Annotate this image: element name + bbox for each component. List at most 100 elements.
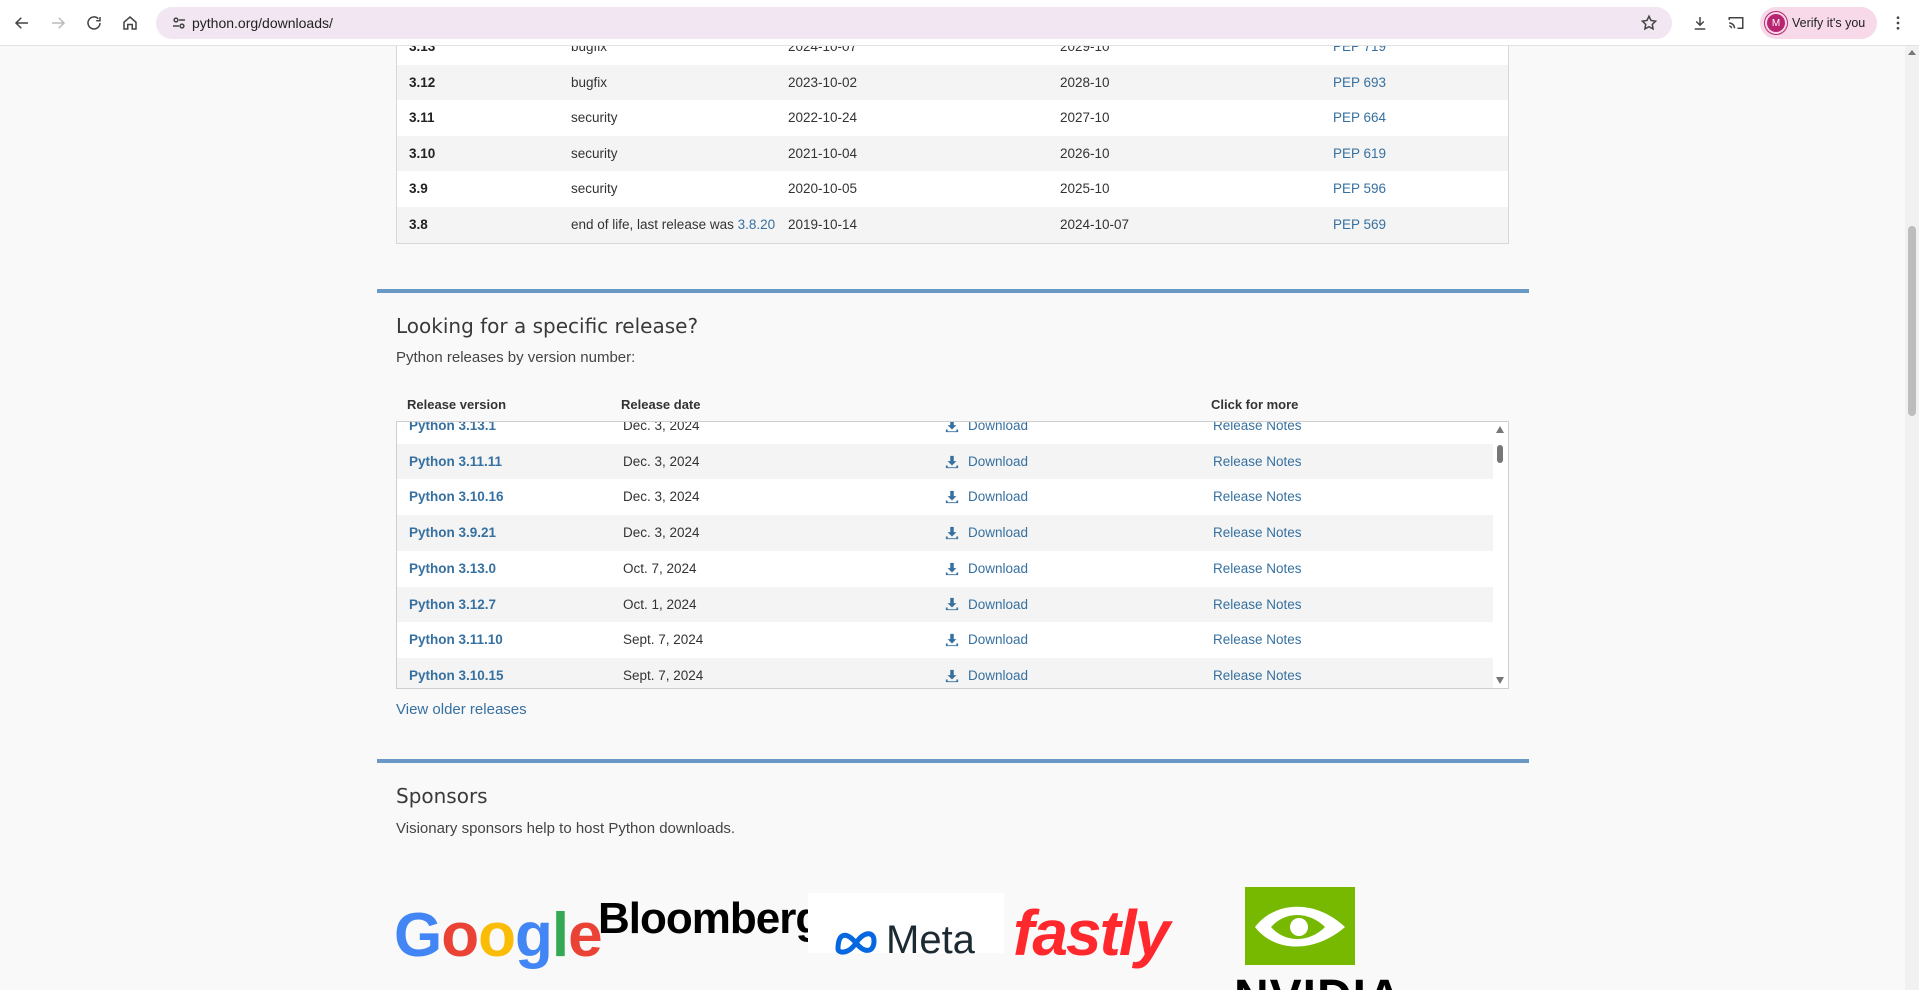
status-cell: security	[571, 181, 618, 197]
pep-link[interactable]: PEP 619	[1333, 136, 1386, 172]
address-bar[interactable]: python.org/downloads/	[156, 7, 1672, 39]
release-date: Dec. 3, 2024	[623, 453, 700, 469]
version-cell: 3.9	[409, 181, 428, 197]
list-item: Python 3.13.0 Oct. 7, 2024 Download Rele…	[397, 551, 1493, 587]
back-button[interactable]	[8, 9, 36, 37]
reload-button[interactable]	[80, 9, 108, 37]
release-date: Sept. 7, 2024	[623, 632, 704, 648]
pep-link[interactable]: PEP 569	[1333, 207, 1386, 243]
first-release-cell: 2020-10-05	[788, 181, 858, 197]
menu-button[interactable]	[1884, 9, 1912, 37]
section-divider	[377, 289, 1529, 293]
download-link[interactable]: Download	[945, 421, 1029, 444]
end-of-life-cell: 2025-10	[1060, 181, 1110, 197]
page-scrollbar[interactable]	[1905, 46, 1919, 990]
release-notes-link[interactable]: Release Notes	[1213, 587, 1302, 623]
pep-link[interactable]: PEP 693	[1333, 65, 1386, 101]
download-icon	[945, 491, 959, 504]
version-cell: 3.10	[409, 145, 436, 161]
end-of-life-cell: 2028-10	[1060, 74, 1110, 90]
page-scroll-thumb[interactable]	[1908, 226, 1916, 416]
fastly-logo[interactable]: fastly	[1013, 896, 1170, 970]
sponsors-title: Sponsors	[396, 784, 488, 808]
release-notes-link[interactable]: Release Notes	[1213, 479, 1302, 515]
verify-profile-button[interactable]: M Verify it's you	[1760, 7, 1877, 39]
scroll-up-arrow-icon[interactable]	[1496, 426, 1504, 433]
scroll-up-arrow-icon[interactable]	[1908, 50, 1916, 55]
first-release-cell: 2022-10-24	[788, 110, 858, 126]
home-button[interactable]	[116, 9, 144, 37]
release-version-link[interactable]: Python 3.10.16	[409, 479, 504, 515]
table-row: 3.8 end of life, last release was 3.8.20…	[397, 207, 1508, 243]
header-release-version: Release version	[407, 397, 507, 412]
download-link[interactable]: Download	[945, 551, 1028, 587]
cast-button[interactable]	[1722, 9, 1750, 37]
release-version-link[interactable]: Python 3.12.7	[409, 587, 496, 623]
list-item: Python 3.13.1 Dec. 3, 2024 Download Rele…	[397, 421, 1493, 444]
release-notes-link[interactable]: Release Notes	[1213, 622, 1302, 658]
download-label: Download	[968, 632, 1029, 648]
download-link[interactable]: Download	[945, 444, 1028, 480]
downloads-button[interactable]	[1686, 9, 1714, 37]
google-logo[interactable]: Google	[394, 900, 603, 971]
download-label: Download	[968, 560, 1029, 576]
first-release-cell: 2019-10-14	[788, 217, 858, 232]
view-older-releases-link[interactable]: View older releases	[396, 701, 527, 718]
list-item: Python 3.10.16 Dec. 3, 2024 Download Rel…	[397, 479, 1493, 515]
release-version-link[interactable]: Python 3.9.21	[409, 515, 496, 551]
arrow-left-icon	[14, 17, 28, 29]
pep-link[interactable]: PEP 719	[1333, 46, 1386, 65]
release-version-link[interactable]: Python 3.13.0	[409, 551, 496, 587]
release-notes-link[interactable]: Release Notes	[1213, 658, 1302, 688]
scroll-down-arrow-icon[interactable]	[1496, 677, 1504, 684]
release-date: Dec. 3, 2024	[623, 489, 700, 505]
download-link[interactable]: Download	[945, 622, 1028, 658]
table-row: 3.11 security 2022-10-24 2027-10 PEP 664	[397, 100, 1508, 136]
release-list-scrollbar[interactable]	[1493, 422, 1508, 688]
browser-toolbar: python.org/downloads/ M Verify it's you	[0, 0, 1919, 46]
release-notes-link[interactable]: Release Notes	[1213, 515, 1302, 551]
release-notes-link[interactable]: Release Notes	[1213, 422, 1302, 444]
release-list-scroll-thumb[interactable]	[1497, 445, 1503, 463]
nvidia-eye-icon[interactable]	[1245, 887, 1355, 965]
section-divider	[377, 759, 1529, 763]
pep-link[interactable]: PEP 596	[1333, 171, 1386, 207]
status-cell: security	[571, 145, 618, 161]
table-row: 3.9 security 2020-10-05 2025-10 PEP 596	[397, 171, 1508, 207]
release-date: Sept. 7, 2024	[623, 667, 704, 683]
download-label: Download	[968, 421, 1029, 433]
download-label: Download	[968, 525, 1029, 541]
list-item: Python 3.11.11 Dec. 3, 2024 Download Rel…	[397, 443, 1493, 480]
download-label: Download	[968, 667, 1029, 683]
bloomberg-logo[interactable]: Bloomberg	[598, 894, 822, 944]
url-text[interactable]: python.org/downloads/	[192, 7, 333, 39]
release-version-link[interactable]: Python 3.10.15	[409, 658, 504, 688]
forward-button[interactable]	[44, 9, 72, 37]
download-link[interactable]: Download	[945, 658, 1029, 688]
table-row: 3.10 security 2021-10-04 2026-10 PEP 619	[397, 135, 1508, 172]
release-version-link[interactable]: Python 3.13.1	[409, 422, 496, 444]
release-date: Oct. 1, 2024	[623, 596, 697, 612]
download-link[interactable]: Download	[945, 587, 1028, 623]
download-icon	[945, 455, 959, 468]
meta-infinity-icon	[835, 930, 877, 955]
pep-link[interactable]: PEP 664	[1333, 100, 1386, 136]
release-notes-link[interactable]: Release Notes	[1213, 444, 1302, 480]
release-version-link[interactable]: Python 3.11.11	[409, 444, 502, 480]
cast-icon	[1728, 17, 1744, 29]
first-release-cell: 2023-10-02	[788, 74, 858, 90]
verify-label: Verify it's you	[1792, 16, 1866, 30]
release-notes-link[interactable]: Release Notes	[1213, 551, 1302, 587]
star-icon[interactable]	[1640, 14, 1658, 32]
site-settings-icon[interactable]	[170, 14, 188, 32]
nvidia-logo[interactable]: NVIDIA	[1234, 970, 1403, 990]
table-row: 3.13 bugfix 2024-10-07 2029-10 PEP 719	[397, 46, 1508, 65]
download-icon	[945, 669, 959, 682]
release-list[interactable]: Python 3.13.1 Dec. 3, 2024 Download Rele…	[396, 421, 1509, 689]
download-link[interactable]: Download	[945, 515, 1028, 551]
release-version-link[interactable]: Python 3.11.10	[409, 622, 503, 658]
meta-logo[interactable]: Meta	[832, 918, 975, 963]
download-link[interactable]: Download	[945, 479, 1028, 515]
page-content: 3.13 bugfix 2024-10-07 2029-10 PEP 719 3…	[0, 46, 1905, 990]
last-release-link[interactable]: 3.8.20	[738, 217, 776, 232]
